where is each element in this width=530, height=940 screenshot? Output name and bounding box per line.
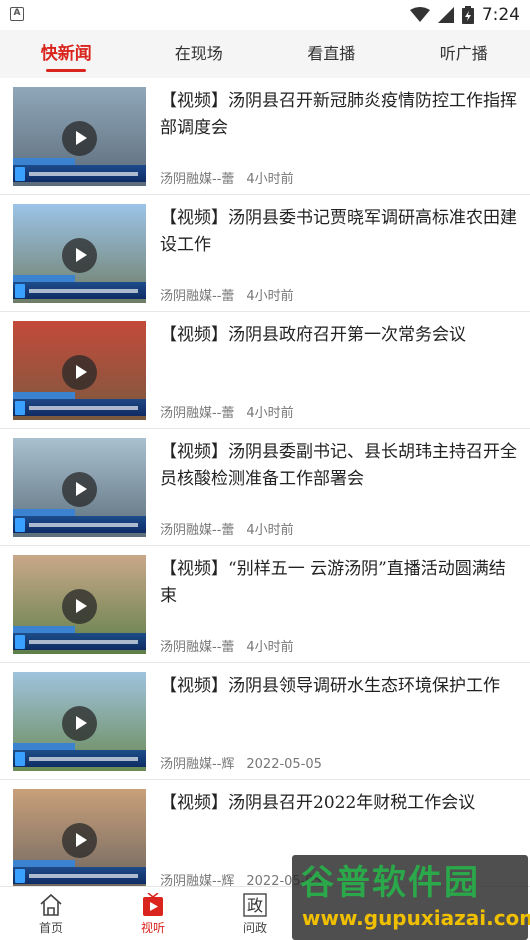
news-list: 【视频】汤阴县召开新冠肺炎疫情防控工作指挥部调度会 汤阴融媒--蕾 4小时前 【视频】… xyxy=(0,78,530,886)
tab-3[interactable]: 听广播 xyxy=(398,30,530,78)
channel-logo-icon xyxy=(15,869,25,883)
news-source: 汤阴融媒--蕾 xyxy=(160,523,235,538)
caption-tag xyxy=(13,743,75,750)
channel-logo-icon xyxy=(15,284,25,298)
caption-text-bar xyxy=(29,874,138,878)
news-title: 【视频】汤阴县委副书记、县长胡玮主持召开全员核酸检测准备工作部署会 xyxy=(160,442,517,489)
news-title: 【视频】汤阴县政府召开第一次常务会议 xyxy=(160,325,466,345)
caption-tag xyxy=(13,626,75,633)
watermark-url: www.gupuxiazai.com xyxy=(302,906,530,930)
video-thumbnail[interactable] xyxy=(13,204,146,303)
app-notification-icon: A xyxy=(10,7,24,21)
zheng-icon: 政 xyxy=(243,893,267,917)
caption-text-bar xyxy=(29,172,138,176)
news-title: 【视频】汤阴县领导调研水生态环境保护工作 xyxy=(160,676,500,696)
news-time: 4小时前 xyxy=(246,289,294,304)
video-thumbnail[interactable] xyxy=(13,555,146,654)
news-time: 4小时前 xyxy=(246,640,294,655)
news-source: 汤阴融媒--蕾 xyxy=(160,640,235,655)
nav-zheng-label: 问政 xyxy=(242,921,267,935)
video-thumbnail[interactable] xyxy=(13,321,146,420)
play-icon[interactable] xyxy=(62,355,97,390)
nav-video[interactable]: 视听 xyxy=(102,887,204,940)
status-indicators: 7:24 xyxy=(409,4,520,26)
caption-text-bar xyxy=(29,289,138,293)
tab-2[interactable]: 看直播 xyxy=(265,30,398,78)
news-source: 汤阴融媒--蕾 xyxy=(160,172,235,187)
news-item[interactable]: 【视频】汤阴县召开新冠肺炎疫情防控工作指挥部调度会汤阴融媒--蕾 4小时前 xyxy=(0,78,530,195)
news-title: 【视频】汤阴县召开2022年财税工作会议 xyxy=(160,793,476,813)
news-meta: 汤阴融媒--蕾 4小时前 xyxy=(160,519,294,538)
category-tabs: 快新闻 在现场 看直播 听广播 xyxy=(0,30,530,78)
watermark-title: 谷普软件园 xyxy=(300,863,480,903)
play-icon[interactable] xyxy=(62,706,97,741)
video-icon xyxy=(143,893,163,916)
caption-text-bar xyxy=(29,757,138,761)
play-icon[interactable] xyxy=(62,472,97,507)
channel-logo-icon xyxy=(15,635,25,649)
news-source: 汤阴融媒--蕾 xyxy=(160,406,235,421)
caption-tag xyxy=(13,392,75,399)
news-source: 汤阴融媒--辉 xyxy=(160,757,235,772)
tab-0[interactable]: 快新闻 xyxy=(0,30,133,78)
caption-tag xyxy=(13,275,75,282)
news-item[interactable]: 【视频】“别样五一 云游汤阴”直播活动圆满结束汤阴融媒--蕾 4小时前 xyxy=(0,546,530,663)
caption-text-bar xyxy=(29,406,138,410)
caption-tag xyxy=(13,158,75,165)
nav-video-label: 视听 xyxy=(140,921,165,935)
wifi-icon xyxy=(409,7,430,22)
caption-text-bar xyxy=(29,523,138,527)
news-time: 2022-05-05 xyxy=(246,757,322,772)
play-icon[interactable] xyxy=(62,823,97,858)
news-source: 汤阴融媒--蕾 xyxy=(160,289,235,304)
play-icon[interactable] xyxy=(62,121,97,156)
caption-tag xyxy=(13,860,75,867)
news-meta: 汤阴融媒--辉 2022-05-05 xyxy=(160,753,322,772)
news-title: 【视频】汤阴县召开新冠肺炎疫情防控工作指挥部调度会 xyxy=(160,91,517,138)
status-bar: A 7:24 xyxy=(0,0,530,30)
news-meta: 汤阴融媒--蕾 4小时前 xyxy=(160,636,294,655)
news-item[interactable]: 【视频】汤阴县委副书记、县长胡玮主持召开全员核酸检测准备工作部署会汤阴融媒--蕾… xyxy=(0,429,530,546)
zheng-icon-text: 政 xyxy=(247,896,263,915)
news-time: 4小时前 xyxy=(246,406,294,421)
channel-logo-icon xyxy=(15,518,25,532)
news-title: 【视频】“别样五一 云游汤阴”直播活动圆满结束 xyxy=(160,559,506,606)
channel-logo-icon xyxy=(15,167,25,181)
nav-zheng[interactable]: 政 问政 xyxy=(204,887,306,940)
video-thumbnail[interactable] xyxy=(13,87,146,186)
news-meta: 汤阴融媒--蕾 4小时前 xyxy=(160,168,294,187)
video-thumbnail[interactable] xyxy=(13,789,146,886)
news-time: 4小时前 xyxy=(246,523,294,538)
watermark: 谷普软件园 www.gupuxiazai.com xyxy=(292,855,530,940)
caption-tag xyxy=(13,509,75,516)
news-meta: 汤阴融媒--蕾 4小时前 xyxy=(160,285,294,304)
channel-logo-icon xyxy=(15,752,25,766)
nav-home[interactable]: 首页 xyxy=(0,887,102,940)
video-thumbnail[interactable] xyxy=(13,672,146,771)
news-time: 4小时前 xyxy=(246,172,294,187)
news-source: 汤阴融媒--辉 xyxy=(160,874,235,886)
battery-icon xyxy=(461,6,474,24)
play-icon[interactable] xyxy=(62,589,97,624)
news-item[interactable]: 【视频】汤阴县委书记贾晓军调研高标准农田建设工作汤阴融媒--蕾 4小时前 xyxy=(0,195,530,312)
news-item[interactable]: 【视频】汤阴县政府召开第一次常务会议汤阴融媒--蕾 4小时前 xyxy=(0,312,530,429)
nav-home-label: 首页 xyxy=(38,921,63,935)
channel-logo-icon xyxy=(15,401,25,415)
news-item[interactable]: 【视频】汤阴县领导调研水生态环境保护工作汤阴融媒--辉 2022-05-05 xyxy=(0,663,530,780)
video-thumbnail[interactable] xyxy=(13,438,146,537)
caption-text-bar xyxy=(29,640,138,644)
tab-1[interactable]: 在现场 xyxy=(133,30,266,78)
news-title: 【视频】汤阴县委书记贾晓军调研高标准农田建设工作 xyxy=(160,208,517,255)
clock: 7:24 xyxy=(481,5,520,25)
news-meta: 汤阴融媒--蕾 4小时前 xyxy=(160,402,294,421)
play-icon[interactable] xyxy=(62,238,97,273)
signal-icon xyxy=(437,7,454,23)
home-icon xyxy=(40,893,62,916)
